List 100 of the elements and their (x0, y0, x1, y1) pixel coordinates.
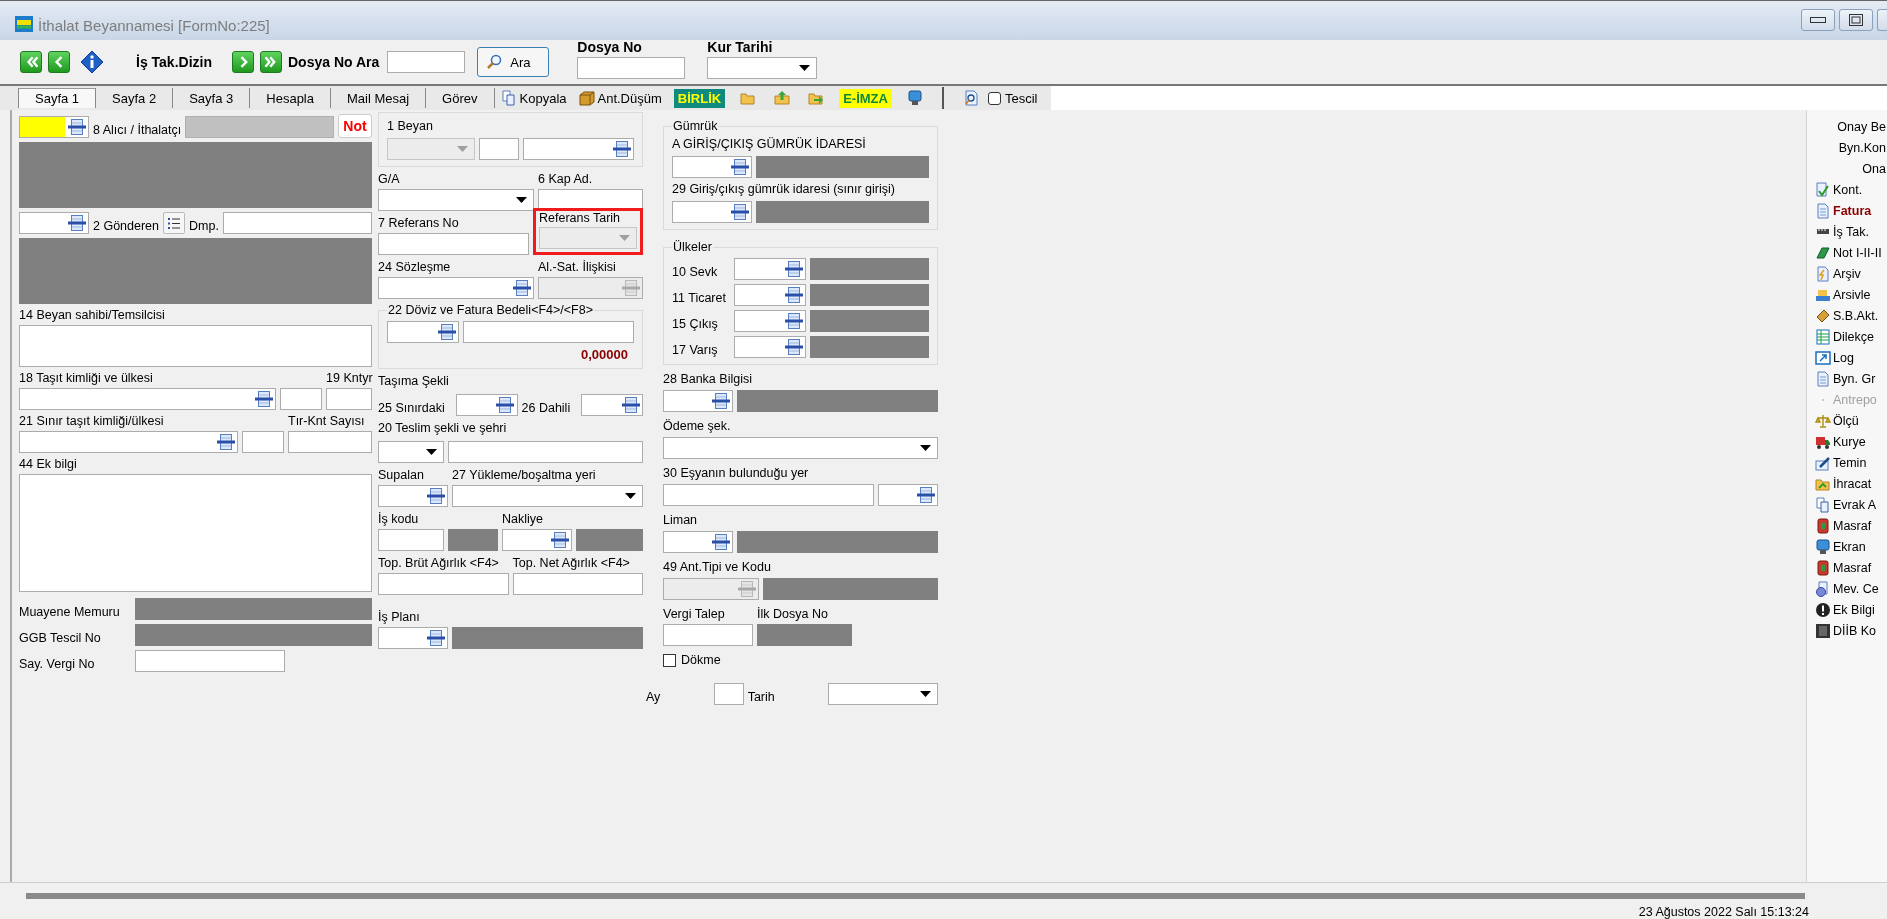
input-field[interactable] (222, 212, 372, 234)
first-button[interactable] (20, 51, 42, 73)
search-field[interactable] (387, 51, 466, 73)
field-label: 10 Sevk (672, 265, 719, 280)
monitor-icon (906, 90, 923, 106)
field-label: Dosya No (577, 39, 643, 55)
field-label: 21 Sınır taşıt kimliği/ülkesi (19, 414, 165, 429)
sidebar-item[interactable]: İş Tak. (1807, 221, 1887, 242)
caret-icon (516, 197, 527, 203)
sidebar-item[interactable]: Arşiv (1807, 263, 1887, 284)
list-button[interactable] (163, 212, 186, 234)
tab[interactable]: Görev (426, 88, 495, 108)
tab[interactable]: Sayfa 3 (173, 88, 251, 108)
input-field[interactable] (326, 388, 372, 410)
minimize-button[interactable] (1801, 8, 1835, 31)
dropdown[interactable] (378, 441, 444, 463)
scrollbar[interactable] (26, 893, 1805, 899)
app-logo-icon (14, 14, 34, 34)
sidebar-item[interactable]: DİİB Ko (1807, 620, 1887, 641)
input-field[interactable] (135, 650, 285, 672)
sidebar-item[interactable]: Ekran (1807, 536, 1887, 557)
next-button[interactable] (232, 51, 254, 73)
input-field[interactable] (448, 441, 643, 463)
sidebar-item[interactable]: S.B.Akt. (1807, 305, 1887, 326)
sidebar-item[interactable]: Onay Be (1807, 116, 1887, 137)
sidebar-item[interactable]: Masraf (1807, 515, 1887, 536)
tab[interactable]: Sayfa 2 (96, 88, 174, 108)
sidebar-item[interactable]: Fatura (1807, 200, 1887, 221)
input-field[interactable] (288, 431, 372, 453)
sidebar-item[interactable]: Ek Bilgi (1807, 599, 1887, 620)
text-area[interactable] (19, 474, 372, 592)
input-field[interactable] (663, 624, 753, 646)
close-button[interactable] (1877, 8, 1887, 31)
input-field[interactable] (512, 573, 643, 595)
field-label: 6 Kap Ad. (538, 172, 594, 187)
info-button[interactable] (80, 50, 104, 74)
input-field[interactable] (538, 189, 643, 211)
field-label: Liman (663, 513, 699, 528)
checkbox[interactable] (987, 91, 1001, 105)
badge-button[interactable]: BİRLİK (673, 88, 726, 108)
sidebar-item[interactable]: Masraf (1807, 557, 1887, 578)
input-field[interactable] (713, 683, 744, 705)
tab[interactable]: Sayfa 1 (18, 88, 97, 108)
field-label: Ödeme şek. (663, 419, 732, 434)
field-label: Al.-Sat. İlişkisi (538, 260, 617, 275)
sidebar-item[interactable]: Byn. Gr (1807, 368, 1887, 389)
grid-icon (1815, 328, 1831, 345)
field-label: 19 Kntyr (326, 371, 372, 386)
field-label: Top. Net Ağırlık <F4> (512, 556, 631, 571)
list-icon (167, 216, 182, 230)
note-button[interactable]: Not (338, 114, 372, 138)
toolbar-button[interactable]: Kopyala (494, 90, 573, 106)
sidebar-item[interactable]: Kurye (1807, 431, 1887, 452)
input-field[interactable] (280, 388, 322, 410)
sidebar-item[interactable]: İhracat (1807, 473, 1887, 494)
input-field[interactable] (378, 233, 529, 255)
field-label: Vergi Talep (663, 607, 726, 622)
window-title: İthalat Beyannamesi [FormNo:225] (38, 17, 270, 34)
maximize-button[interactable] (1839, 8, 1873, 31)
input-field[interactable] (663, 484, 874, 506)
input-field[interactable] (577, 57, 686, 79)
checkbox[interactable] (663, 654, 676, 667)
field-label: İlk Dosya No (757, 607, 829, 622)
sidebar-item[interactable]: Not I-II-II (1807, 242, 1887, 263)
input-field[interactable] (479, 138, 519, 160)
readonly-field (576, 529, 643, 551)
text-area[interactable] (19, 325, 372, 367)
toolbar-button[interactable]: Ant.Düşüm (572, 90, 668, 106)
document-icon (1815, 202, 1831, 219)
input-field[interactable] (378, 529, 444, 551)
tab[interactable]: Mail Mesaj (331, 88, 427, 108)
sidebar-item[interactable]: Evrak A (1807, 494, 1887, 515)
last-button[interactable] (260, 51, 282, 73)
sidebar-item[interactable]: Ona (1807, 158, 1887, 179)
sidebar-item[interactable]: Ölçü (1807, 410, 1887, 431)
sidebar-item[interactable]: Log (1807, 347, 1887, 368)
field-label: 2 Gönderen (93, 219, 160, 234)
badge-button[interactable]: E-İMZA (839, 88, 892, 108)
folder-icon (740, 90, 757, 106)
field-label: 20 Teslim şekli ve şehri (378, 421, 508, 436)
input-field[interactable] (378, 573, 509, 595)
sidebar-item[interactable]: Temin (1807, 452, 1887, 473)
previous-button[interactable] (48, 51, 70, 73)
field-label: 18 Taşıt kimliği ve ülkesi (19, 371, 154, 386)
field-label: GGB Tescil No (19, 631, 102, 646)
sidebar-item[interactable]: Byn.Kon (1807, 137, 1887, 158)
field-label: 7 Referans No (378, 216, 460, 231)
input-field[interactable] (242, 431, 284, 453)
input-field[interactable] (463, 321, 634, 343)
field-label: Say. Vergi No (19, 657, 96, 672)
sidebar-item[interactable]: Kont. (1807, 179, 1887, 200)
search-button[interactable]: Ara (477, 47, 550, 77)
field-label: Nakliye (502, 512, 544, 527)
caret-icon (799, 65, 811, 71)
tab[interactable]: Hesapla (250, 88, 331, 108)
sidebar-item[interactable]: Dilekçe (1807, 326, 1887, 347)
sidebar-item[interactable]: Arsivle (1807, 284, 1887, 305)
sidebar-item[interactable]: Mev. Ce (1807, 578, 1887, 599)
field-label: 44 Ek bilgi (19, 457, 78, 472)
caret-icon (920, 691, 931, 697)
